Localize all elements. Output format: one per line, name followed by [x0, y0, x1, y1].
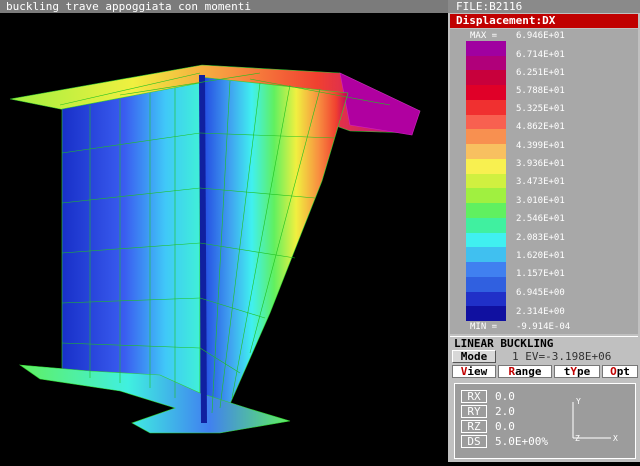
- rx-label[interactable]: RX: [461, 390, 487, 403]
- legend-band: [466, 247, 506, 263]
- rz-label[interactable]: RZ: [461, 420, 487, 433]
- view-menu-button[interactable]: View: [452, 365, 496, 378]
- triad-z-label: Z: [575, 434, 580, 443]
- legend-band: [466, 41, 506, 56]
- legend-band: [466, 158, 506, 174]
- legend-band: [466, 217, 506, 233]
- rz-value: 0.0: [495, 420, 515, 433]
- mode-bar: Mode 1 EV=-3.198E+06: [450, 350, 638, 364]
- legend-value: 2.314E+00: [516, 307, 565, 317]
- legend-band: [466, 291, 506, 307]
- legend-band: [466, 114, 506, 130]
- legend-value: 2.546E+01: [516, 214, 565, 224]
- ry-label[interactable]: RY: [461, 405, 487, 418]
- buckling-model-render: [9, 64, 421, 434]
- legend-band: [466, 144, 506, 160]
- color-legend: MAX = MIN = 6.946E+01 6.714E+01 6.251E+0…: [450, 29, 638, 334]
- legend-value: 1.157E+01: [516, 269, 565, 279]
- triad-y-label: Y: [576, 397, 581, 406]
- legend-min-label: MIN =: [470, 322, 498, 332]
- legend-value: 2.083E+01: [516, 233, 565, 243]
- eigenvalue-text: 1 EV=-3.198E+06: [512, 350, 612, 363]
- rx-value: 0.0: [495, 390, 515, 403]
- range-menu-button[interactable]: Range: [498, 365, 552, 378]
- legend-value: 3.936E+01: [516, 159, 565, 169]
- legend-value: -9.914E-04: [516, 322, 571, 332]
- legend-value: 5.788E+01: [516, 86, 565, 96]
- legend-value: 6.251E+01: [516, 68, 565, 78]
- legend-band: [466, 99, 506, 115]
- legend-value: 6.945E+00: [516, 288, 565, 298]
- model-viewport[interactable]: [0, 13, 448, 462]
- triad-x-label: X: [613, 434, 618, 443]
- result-type-label[interactable]: Displacement:DX: [450, 14, 638, 28]
- legend-band: [466, 55, 506, 71]
- result-panel: FILE:B2116 Displacement:DX MAX = MIN = 6…: [448, 0, 640, 462]
- legend-band: [466, 276, 506, 292]
- legend-band: [466, 232, 506, 248]
- legend-value: 3.010E+01: [516, 196, 565, 206]
- file-label: FILE:B2116: [448, 0, 640, 13]
- analysis-type-label: LINEAR BUCKLING: [450, 336, 638, 350]
- mode-button[interactable]: Mode: [452, 350, 496, 363]
- legend-band: [466, 188, 506, 204]
- legend-value: 6.714E+01: [516, 50, 565, 60]
- legend-value: 3.473E+01: [516, 177, 565, 187]
- ds-value: 5.0E+00%: [495, 435, 548, 448]
- axis-triad-icon: Y Z X: [572, 397, 618, 443]
- rotation-box: RX 0.0 RY 2.0 RZ 0.0 DS 5.0E+00% Y Z X: [454, 383, 636, 459]
- type-menu-button[interactable]: tYpe: [554, 365, 600, 378]
- ry-value: 2.0: [495, 405, 515, 418]
- legend-value: 6.946E+01: [516, 31, 565, 41]
- legend-value: 5.325E+01: [516, 104, 565, 114]
- legend-max-label: MAX =: [470, 31, 498, 41]
- ds-label[interactable]: DS: [461, 435, 487, 448]
- legend-value: 1.620E+01: [516, 251, 565, 261]
- legend-band: [466, 173, 506, 189]
- menu-row: View Range tYpe Opt: [450, 365, 638, 379]
- legend-band: [466, 203, 506, 219]
- window-title: buckling trave appoggiata con momenti: [0, 0, 448, 13]
- legend-band: [466, 129, 506, 145]
- legend-value: 4.399E+01: [516, 141, 565, 151]
- legend-band: [466, 306, 506, 322]
- legend-band: [466, 70, 506, 86]
- legend-value: 4.862E+01: [516, 122, 565, 132]
- legend-band: [466, 262, 506, 278]
- legend-band: [466, 85, 506, 101]
- opt-menu-button[interactable]: Opt: [602, 365, 638, 378]
